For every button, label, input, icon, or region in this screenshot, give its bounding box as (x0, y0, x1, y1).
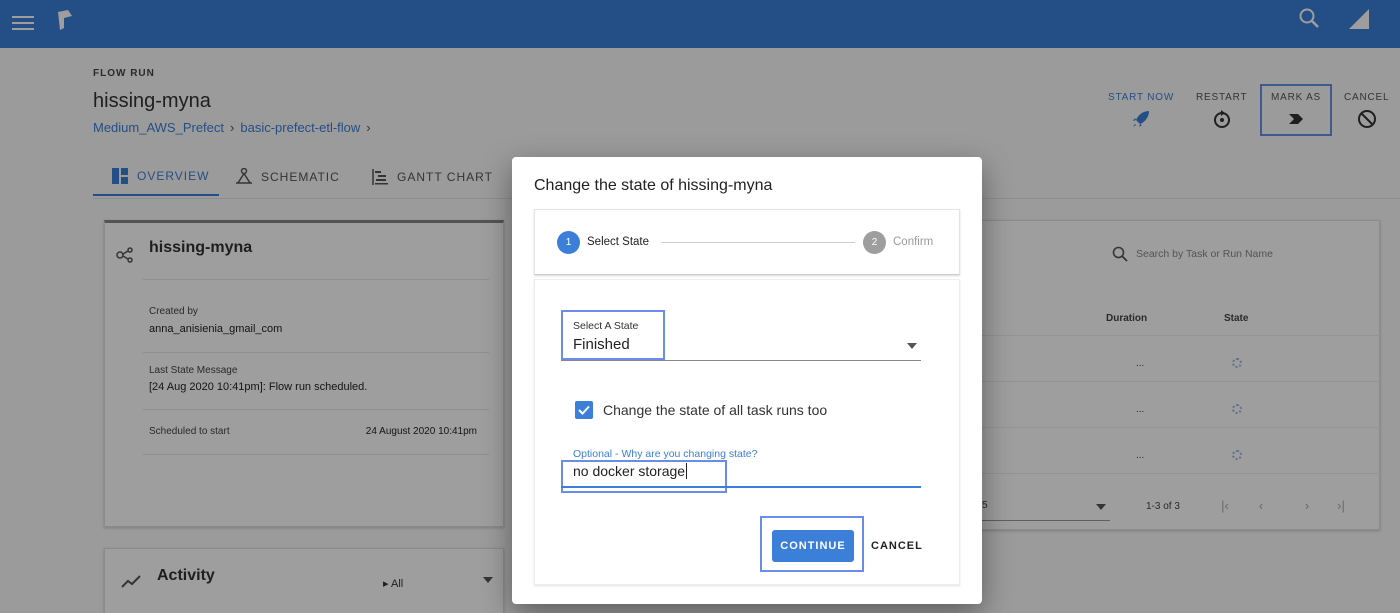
reason-label: Optional - Why are you changing state? (573, 448, 758, 460)
input-underline (561, 486, 921, 488)
change-state-dialog: Change the state of hissing-myna 1 Selec… (512, 157, 982, 604)
step-number: 2 (863, 231, 886, 254)
cancel-button[interactable]: CANCEL (871, 540, 923, 552)
reason-input[interactable]: no docker storage (573, 463, 688, 479)
step-number: 1 (557, 231, 580, 254)
dialog-body: Select A State Finished Change the state… (534, 279, 960, 585)
state-select[interactable]: Finished (573, 336, 630, 353)
step-label: Confirm (893, 236, 934, 248)
task-runs-checkbox[interactable] (575, 401, 593, 419)
step-label: Select State (587, 236, 650, 248)
chevron-down-icon[interactable] (907, 343, 917, 349)
step-connector (661, 242, 855, 243)
state-select-label: Select A State (573, 320, 639, 332)
stepper: 1 Select State 2 Confirm (534, 209, 960, 275)
dialog-title: Change the state of hissing-myna (534, 177, 773, 194)
checkbox-label[interactable]: Change the state of all task runs too (603, 402, 827, 418)
checkmark-icon (578, 405, 590, 415)
continue-button[interactable]: CONTINUE (772, 530, 854, 562)
select-underline (561, 360, 921, 361)
